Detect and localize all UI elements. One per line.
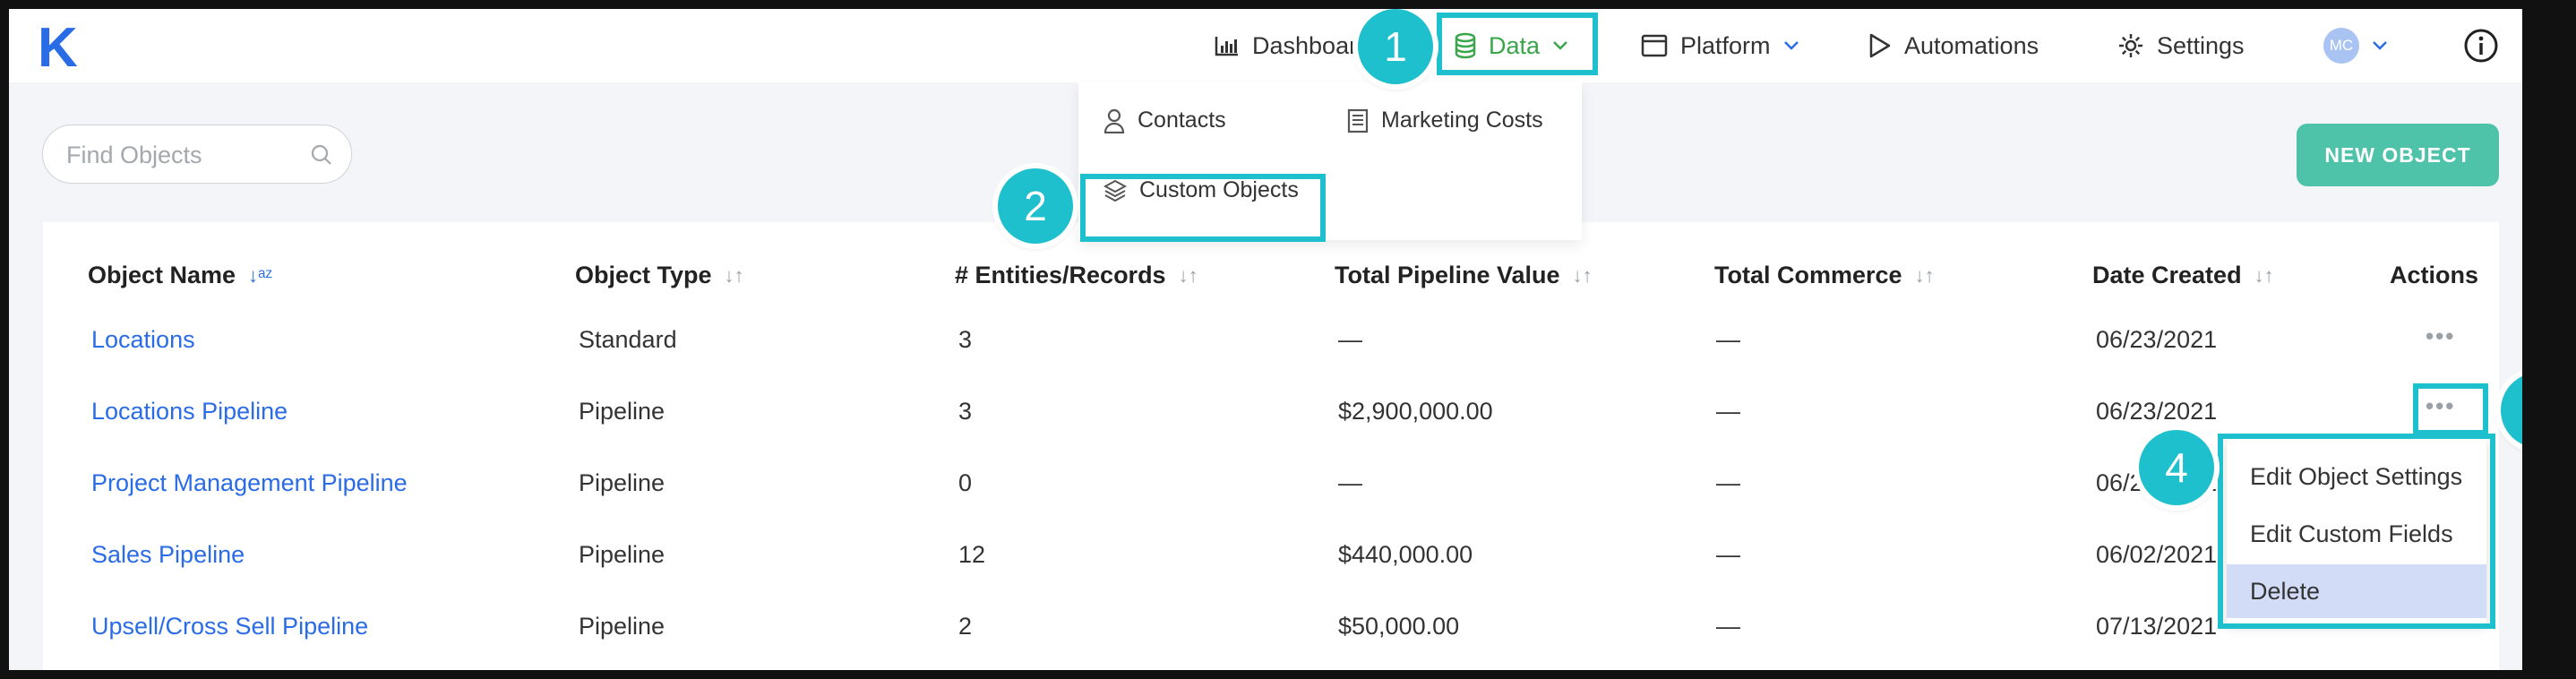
total-commerce: — [1716,613,1740,640]
header-label: Total Commerce [1714,262,1902,288]
header-label: Date Created [2092,262,2242,288]
sort-icon[interactable]: ↓↑ [725,264,744,288]
header-object-type[interactable]: Object Type ↓↑ [575,262,744,289]
entities-count: 12 [958,541,986,568]
person-icon [1103,108,1125,133]
date-created: 07/13/2021 [2096,613,2218,640]
nav-platform-label: Platform [1680,31,1771,59]
object-type: Pipeline [579,469,665,496]
step-marker-2: 2 [998,168,1073,244]
new-object-button[interactable]: NEW OBJECT [2297,124,2499,186]
info-button[interactable] [2463,29,2499,63]
nav-automations-label: Automations [1904,31,2039,59]
header-entities[interactable]: # Entities/Records ↓↑ [955,262,1198,289]
nav-settings[interactable]: Settings [2117,29,2245,63]
pipeline-value: — [1338,326,1362,353]
window-icon [1641,34,1668,57]
object-name-link[interactable]: Upsell/Cross Sell Pipeline [91,613,368,640]
total-commerce: — [1716,469,1740,496]
chevron-down-icon [1783,41,1799,50]
highlight-box-menu [2218,434,2495,629]
sort-icon[interactable]: ↓↑ [1915,264,1935,288]
header-label: Actions [2390,262,2479,288]
bar-chart-icon [1215,37,1238,56]
object-name-link[interactable]: Project Management Pipeline [91,469,408,497]
info-icon [2464,29,2498,63]
object-name-link[interactable]: Locations Pipeline [91,398,288,425]
menu-item-marketing-costs[interactable]: Marketing Costs [1347,107,1543,133]
highlight-box-actions [2413,383,2488,435]
step-marker-4: 4 [2139,430,2214,505]
date-created: 06/23/2021 [2096,326,2218,353]
object-name-link[interactable]: Sales Pipeline [91,541,245,569]
pipeline-value: — [1338,469,1362,496]
step-marker-1: 1 [1358,9,1433,84]
menu-item-contacts[interactable]: Contacts [1103,107,1226,133]
chevron-down-icon [2373,41,2387,50]
header-label: # Entities/Records [955,262,1166,288]
objects-table: Object Name ↓ᵃᶻ Object Type ↓↑ # Entitie… [43,222,2499,670]
play-icon [1869,33,1891,58]
header-pipeline-value[interactable]: Total Pipeline Value ↓↑ [1335,262,1593,289]
pipeline-value: $440,000.00 [1338,541,1473,568]
nav-platform[interactable]: Platform [1641,29,1799,63]
user-menu[interactable]: MC [2323,28,2388,64]
nav-settings-label: Settings [2157,31,2245,59]
header-label: Object Type [575,262,712,288]
more-actions-icon[interactable]: ••• [2426,322,2455,350]
sort-icon[interactable]: ↓↑ [1179,264,1198,288]
receipt-icon [1347,108,1369,133]
app-logo[interactable]: K [38,16,78,80]
avatar: MC [2323,28,2359,64]
object-type: Pipeline [579,541,665,568]
header-label: Object Name [88,262,236,288]
search-box [42,125,352,184]
top-nav: K Dashboards Data Platform Automations S… [9,9,2522,82]
object-type: Pipeline [579,398,665,425]
menu-item-label: Contacts [1138,107,1226,133]
entities-count: 3 [958,398,973,425]
gear-icon [2119,34,2142,57]
highlight-box-custom-objects [1080,174,1326,242]
menu-item-label: Marketing Costs [1381,107,1543,133]
step-marker-3: 3 [2501,373,2522,448]
search-input[interactable] [64,138,301,172]
pipeline-value: $2,900,000.00 [1338,398,1493,425]
entities-count: 0 [958,469,973,496]
entities-count: 2 [958,613,973,640]
header-date-created[interactable]: Date Created ↓↑ [2092,262,2274,289]
header-label: Total Pipeline Value [1335,262,1560,288]
date-created: 06/23/2021 [2096,398,2218,425]
entities-count: 3 [958,326,973,353]
object-name-link[interactable]: Locations [91,326,195,354]
header-object-name[interactable]: Object Name ↓ᵃᶻ [88,262,272,289]
object-type: Standard [579,326,677,353]
app-window: K Dashboards Data Platform Automations S… [9,9,2522,670]
total-commerce: — [1716,541,1740,568]
header-actions: Actions [2390,262,2478,289]
nav-automations[interactable]: Automations [1868,29,2039,63]
sort-icon[interactable]: ↓↑ [1573,264,1593,288]
total-commerce: — [1716,326,1740,353]
sort-asc-icon[interactable]: ↓ᵃᶻ [248,264,272,288]
highlight-box-data [1437,13,1598,75]
total-commerce: — [1716,398,1740,425]
date-created: 06/02/2021 [2096,541,2218,568]
header-total-commerce[interactable]: Total Commerce ↓↑ [1714,262,1935,289]
search-icon[interactable] [310,143,333,167]
pipeline-value: $50,000.00 [1338,613,1460,640]
sort-icon[interactable]: ↓↑ [2254,264,2274,288]
object-type: Pipeline [579,613,665,640]
